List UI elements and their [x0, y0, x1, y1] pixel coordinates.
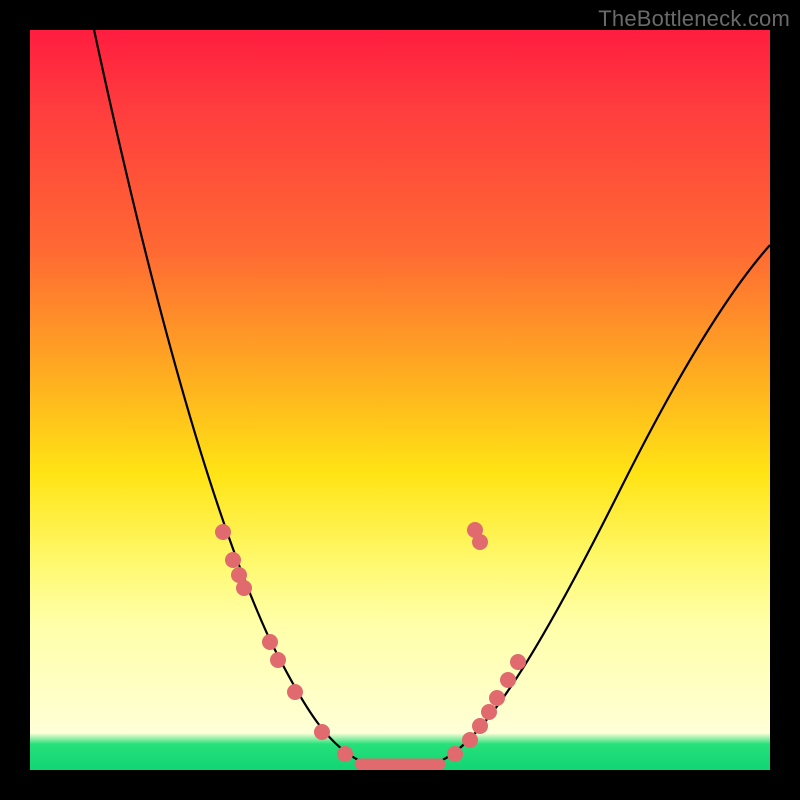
data-dot: [262, 634, 278, 650]
data-dot: [270, 652, 286, 668]
data-dot: [510, 654, 526, 670]
data-dot: [481, 704, 497, 720]
data-dot: [287, 684, 303, 700]
data-dot: [500, 672, 516, 688]
dots-right-group: [447, 522, 526, 762]
dots-left-group: [215, 524, 353, 762]
data-dot: [236, 580, 252, 596]
curve-svg: [30, 30, 770, 770]
data-dot: [225, 552, 241, 568]
data-dot: [215, 524, 231, 540]
data-dot: [447, 746, 463, 762]
plot-area: [30, 30, 770, 770]
bottleneck-curve: [93, 25, 770, 764]
data-dot: [337, 746, 353, 762]
data-dot: [472, 718, 488, 734]
data-dot: [314, 724, 330, 740]
data-dot: [472, 534, 488, 550]
watermark-text: TheBottleneck.com: [598, 6, 790, 32]
chart-frame: TheBottleneck.com: [0, 0, 800, 800]
data-dot: [462, 732, 478, 748]
data-dot: [489, 690, 505, 706]
